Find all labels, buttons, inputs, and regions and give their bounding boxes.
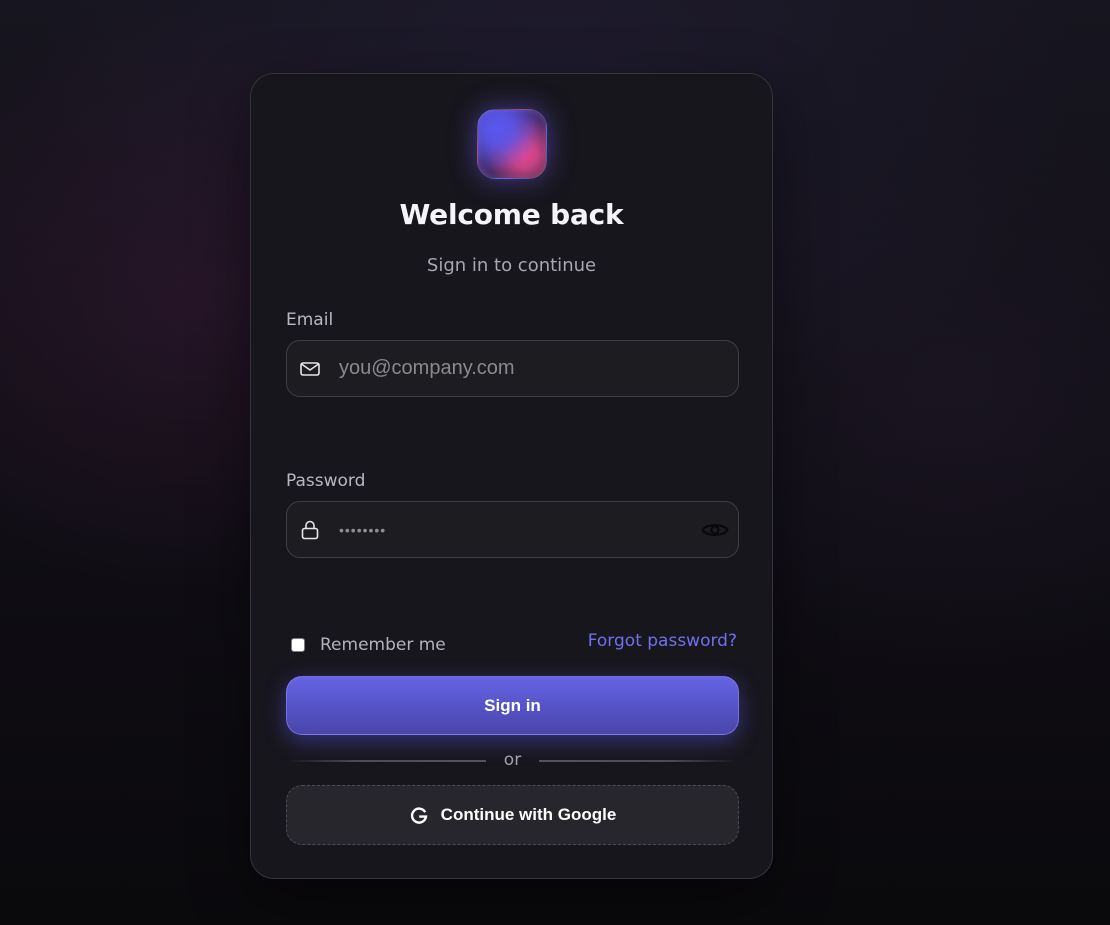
remember-me-checkbox[interactable] bbox=[291, 638, 305, 652]
password-label: Password bbox=[286, 471, 366, 491]
google-g-icon bbox=[410, 807, 428, 824]
email-input[interactable] bbox=[339, 341, 679, 396]
password-input[interactable] bbox=[339, 502, 679, 557]
sign-in-button[interactable]: Sign in bbox=[286, 676, 739, 735]
brand-logo bbox=[477, 109, 547, 179]
email-label: Email bbox=[286, 310, 334, 330]
eye-icon[interactable] bbox=[700, 515, 730, 545]
forgot-password-link[interactable]: Forgot password? bbox=[588, 631, 737, 651]
remember-me-label[interactable]: Remember me bbox=[320, 635, 446, 655]
divider-line-right bbox=[539, 760, 739, 762]
lock-icon bbox=[301, 520, 319, 540]
email-field-wrapper[interactable] bbox=[286, 340, 739, 397]
mail-icon bbox=[300, 362, 320, 376]
google-sign-in-button[interactable]: Continue with Google bbox=[286, 785, 739, 845]
page-subtitle: Sign in to continue bbox=[426, 255, 597, 276]
page-title: Welcome back bbox=[399, 198, 624, 231]
login-card: Welcome back Sign in to continue Email P… bbox=[250, 73, 773, 879]
password-field-wrapper[interactable] bbox=[286, 501, 739, 558]
remember-me-row[interactable]: Remember me bbox=[291, 634, 446, 656]
or-divider: or bbox=[286, 750, 739, 772]
google-button-label: Continue with Google bbox=[440, 805, 617, 824]
sign-in-button-label: Sign in bbox=[484, 695, 541, 715]
